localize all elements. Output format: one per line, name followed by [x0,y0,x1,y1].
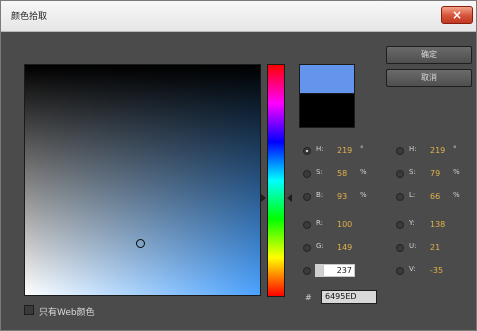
hsb-hue-label: H: [316,145,324,153]
hsl-lightness-label: L: [409,191,416,199]
color-picker-dialog: 颜色拾取 × 确定 取消 H: 219 ° S: 58 % B: 93 % R:… [0,0,477,331]
hsl-hue-radio[interactable] [396,147,404,155]
hsl-hue-unit: ° [453,145,457,153]
color-field-shade-layer [25,65,260,295]
yuv-u-input[interactable]: 21 [430,241,452,254]
hsb-brightness-radio[interactable] [303,193,311,201]
title-bar: 颜色拾取 × [1,1,476,32]
ok-button[interactable]: 确定 [386,46,472,64]
hsl-lightness-unit: % [453,191,460,199]
hsl-saturation-unit: % [453,168,460,176]
hsl-saturation-radio[interactable] [396,170,404,178]
rgb-red-row: R: 100 [303,218,393,232]
hue-slider-left-handle[interactable] [261,194,266,202]
web-colors-only-checkbox[interactable] [24,305,34,315]
cancel-button[interactable]: 取消 [386,69,472,87]
hex-hash-label: # [305,293,312,302]
hsb-brightness-row: B: 93 % [303,190,393,204]
hsb-brightness-unit: % [360,191,367,199]
hue-slider-right-handle[interactable] [287,194,292,202]
yuv-u-label: U: [409,242,417,250]
rgb-green-radio[interactable] [303,244,311,252]
hsl-hue-row: H: 219 ° [396,144,471,158]
yuv-v-input[interactable]: -35 [430,264,452,277]
new-color-swatch [299,64,355,94]
hsb-brightness-input[interactable]: 93 [337,190,359,203]
yuv-v-label: V: [409,265,416,273]
hsl-saturation-label: S: [409,168,416,176]
yuv-v-radio[interactable] [396,267,404,275]
hsl-hue-label: H: [409,145,417,153]
yuv-u-row: U: 21 [396,241,471,255]
hsb-hue-row: H: 219 ° [303,144,393,158]
yuv-u-radio[interactable] [396,244,404,252]
dialog-title: 颜色拾取 [11,12,48,22]
current-color-swatch[interactable] [299,94,355,128]
hsb-hue-radio[interactable] [303,147,311,155]
hsl-lightness-input[interactable]: 66 [430,190,452,203]
hsb-saturation-label: S: [316,168,323,176]
hsl-hue-input[interactable]: 219 [430,144,452,157]
hue-slider[interactable] [267,64,285,297]
rgb-red-input[interactable]: 100 [337,218,359,231]
color-field-marker[interactable] [136,239,145,248]
hsb-hue-input[interactable]: 219 [337,144,359,157]
rgb-green-label: G: [316,242,324,250]
close-button[interactable]: × [441,6,473,24]
hsb-saturation-input[interactable]: 58 [337,167,359,180]
web-colors-only-label[interactable]: 只有Web颜色 [39,305,95,318]
color-field[interactable] [24,64,261,296]
hex-input[interactable]: 6495ED [321,290,377,304]
yuv-y-row: Y: 138 [396,218,471,232]
hsl-saturation-input[interactable]: 79 [430,167,452,180]
yuv-y-radio[interactable] [396,221,404,229]
rgb-green-row: G: 149 [303,241,393,255]
hsl-saturation-row: S: 79 % [396,167,471,181]
hsb-hue-unit: ° [360,145,364,153]
yuv-v-row: V: -35 [396,264,471,278]
rgb-red-label: R: [316,219,324,227]
hsb-brightness-label: B: [316,191,324,199]
hsb-saturation-row: S: 58 % [303,167,393,181]
rgb-blue-input[interactable]: 237 [315,264,355,277]
rgb-blue-radio[interactable] [303,267,311,275]
close-icon: × [451,8,463,22]
rgb-red-radio[interactable] [303,221,311,229]
rgb-green-input[interactable]: 149 [337,241,359,254]
yuv-y-input[interactable]: 138 [430,218,452,231]
hsb-saturation-unit: % [360,168,367,176]
yuv-y-label: Y: [409,219,415,227]
hsl-lightness-radio[interactable] [396,193,404,201]
hsb-saturation-radio[interactable] [303,170,311,178]
hsl-lightness-row: L: 66 % [396,190,471,204]
